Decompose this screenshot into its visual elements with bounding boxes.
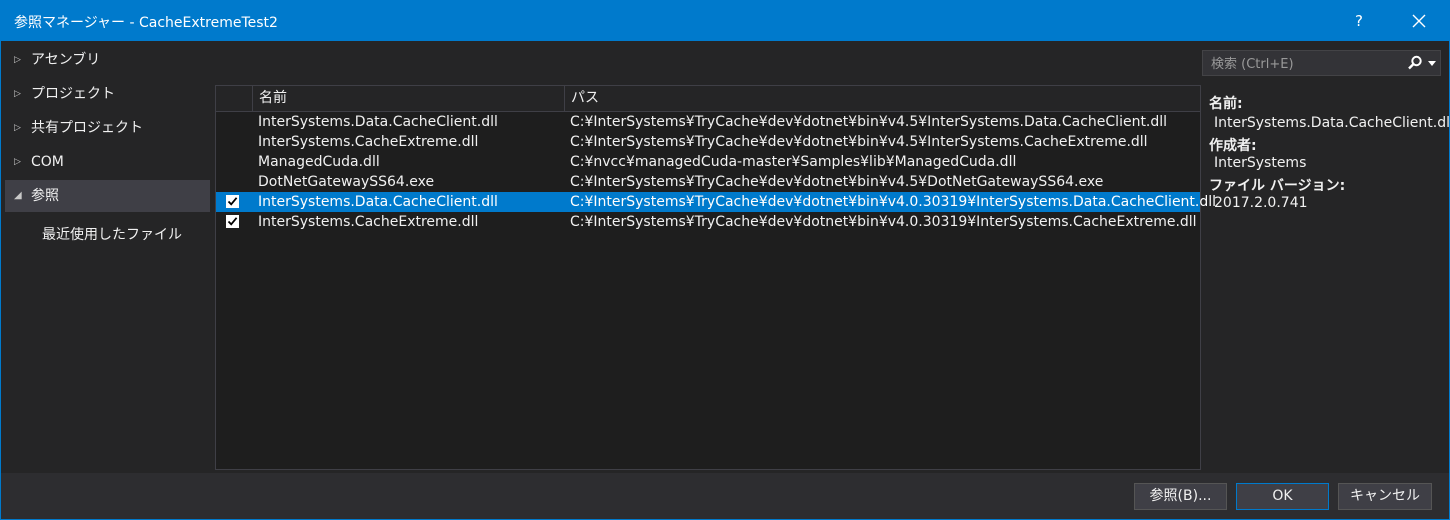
nav-item-label: プロジェクト xyxy=(31,86,115,102)
row-name: DotNetGatewaySS64.exe xyxy=(258,174,435,190)
table-row[interactable]: DotNetGatewaySS64.exe C:¥InterSystems¥Tr… xyxy=(216,172,1200,192)
nav-item-label: COM xyxy=(31,154,64,170)
list-header: 名前 パス xyxy=(216,86,1200,112)
search-button[interactable] xyxy=(1407,54,1437,72)
nav-item-label: アセンブリ xyxy=(31,52,101,68)
table-row[interactable]: ManagedCuda.dll C:¥nvcc¥managedCuda-mast… xyxy=(216,152,1200,172)
search-icon xyxy=(1408,55,1422,70)
help-button[interactable]: ? xyxy=(1341,7,1377,35)
row-path: C:¥InterSystems¥TryCache¥dev¥dotnet¥bin¥… xyxy=(570,214,1197,230)
row-checkbox[interactable] xyxy=(226,195,239,208)
checkmark-icon xyxy=(227,217,238,226)
column-header-name[interactable]: 名前 xyxy=(252,86,564,111)
column-header-check[interactable] xyxy=(216,86,252,111)
search-box xyxy=(1202,50,1441,76)
category-nav: ▷ アセンブリ ▷ プロジェクト ▷ 共有プロジェクト ▷ COM ◢ 参照 最… xyxy=(5,42,211,472)
row-path: C:¥InterSystems¥TryCache¥dev¥dotnet¥bin¥… xyxy=(570,194,1217,210)
row-path: C:¥InterSystems¥TryCache¥dev¥dotnet¥bin¥… xyxy=(570,134,1148,150)
chevron-down-icon xyxy=(1428,61,1436,66)
nav-item-com[interactable]: ▷ COM xyxy=(5,146,210,178)
nav-item-recent-files[interactable]: 最近使用したファイル xyxy=(5,219,210,251)
table-row[interactable]: InterSystems.CacheExtreme.dll C:¥InterSy… xyxy=(216,212,1200,232)
row-name: InterSystems.Data.CacheClient.dll xyxy=(258,194,498,210)
nav-item-shared-projects[interactable]: ▷ 共有プロジェクト xyxy=(5,112,210,144)
browse-button[interactable]: 参照(B)... xyxy=(1134,483,1227,510)
table-row[interactable]: InterSystems.Data.CacheClient.dll C:¥Int… xyxy=(216,112,1200,132)
row-name: InterSystems.CacheExtreme.dll xyxy=(258,214,479,230)
button-bar: 参照(B)... OK キャンセル xyxy=(1,473,1449,519)
collapse-arrow-icon[interactable]: ◢ xyxy=(14,180,24,212)
detail-author-label: 作成者: xyxy=(1209,138,1257,154)
row-name: InterSystems.CacheExtreme.dll xyxy=(258,134,479,150)
close-icon xyxy=(1412,14,1426,28)
title-bar[interactable]: 参照マネージャー - CacheExtremeTest2 ? xyxy=(1,1,1449,41)
nav-item-label: 参照 xyxy=(31,188,59,204)
row-path: C:¥InterSystems¥TryCache¥dev¥dotnet¥bin¥… xyxy=(570,114,1168,130)
expand-arrow-icon[interactable]: ▷ xyxy=(14,78,24,110)
nav-item-assemblies[interactable]: ▷ アセンブリ xyxy=(5,44,210,76)
row-path: C:¥nvcc¥managedCuda-master¥Samples¥lib¥M… xyxy=(570,154,1017,170)
reference-list[interactable]: 名前 パス InterSystems.Data.CacheClient.dll … xyxy=(215,85,1216,470)
detail-version-value: 2017.2.0.741 xyxy=(1214,195,1308,211)
search-input[interactable] xyxy=(1209,54,1403,74)
detail-author-value: InterSystems xyxy=(1214,155,1307,171)
table-row[interactable]: InterSystems.CacheExtreme.dll C:¥InterSy… xyxy=(216,132,1200,152)
ok-button[interactable]: OK xyxy=(1236,483,1329,510)
detail-name-value: InterSystems.Data.CacheClient.dll xyxy=(1214,115,1450,131)
nav-item-label: 共有プロジェクト xyxy=(31,120,143,136)
expand-arrow-icon[interactable]: ▷ xyxy=(14,146,24,178)
row-path: C:¥InterSystems¥TryCache¥dev¥dotnet¥bin¥… xyxy=(570,174,1104,190)
reference-manager-dialog: 参照マネージャー - CacheExtremeTest2 ? ▷ アセンブリ ▷… xyxy=(0,0,1450,520)
nav-item-projects[interactable]: ▷ プロジェクト xyxy=(5,78,210,110)
detail-version-label: ファイル バージョン: xyxy=(1209,178,1346,194)
nav-item-label: 最近使用したファイル xyxy=(42,227,182,243)
expand-arrow-icon[interactable]: ▷ xyxy=(14,44,24,76)
row-name: InterSystems.Data.CacheClient.dll xyxy=(258,114,498,130)
row-name: ManagedCuda.dll xyxy=(258,154,380,170)
row-checkbox[interactable] xyxy=(226,215,239,228)
column-header-path[interactable]: パス xyxy=(564,86,1191,111)
table-row-selected[interactable]: InterSystems.Data.CacheClient.dll C:¥Int… xyxy=(216,192,1216,212)
detail-name-label: 名前: xyxy=(1209,96,1243,112)
close-button[interactable] xyxy=(1401,7,1437,35)
cancel-button[interactable]: キャンセル xyxy=(1338,483,1432,510)
checkmark-icon xyxy=(227,197,238,206)
window-title: 参照マネージャー - CacheExtremeTest2 xyxy=(14,15,278,31)
nav-item-browse[interactable]: ◢ 参照 xyxy=(5,180,210,212)
expand-arrow-icon[interactable]: ▷ xyxy=(14,112,24,144)
